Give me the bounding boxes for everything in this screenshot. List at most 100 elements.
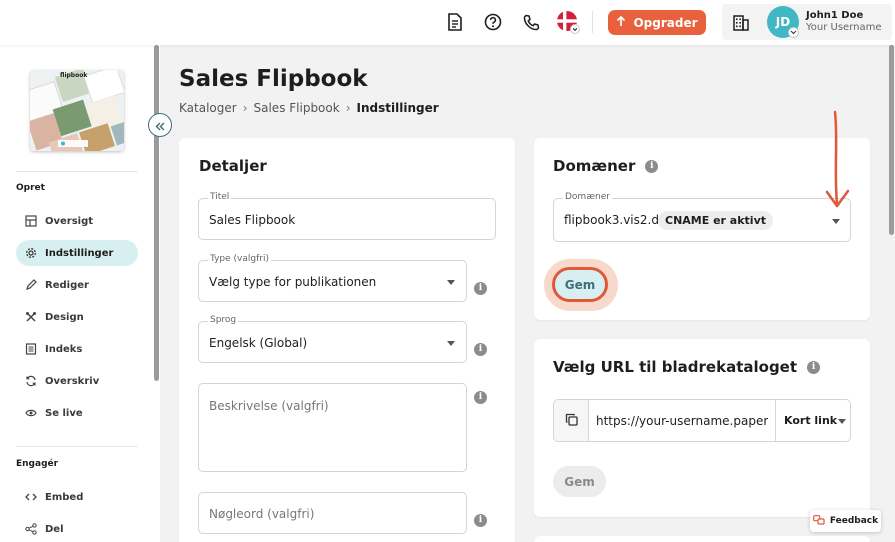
phone-icon[interactable] <box>520 11 542 33</box>
url-card-title: Vælg URL til bladrekataloget i <box>553 358 821 376</box>
upgrade-label: Opgrader <box>633 15 698 30</box>
language-select-label: Sprog <box>208 315 239 325</box>
company-building-icon[interactable] <box>730 11 752 33</box>
dropdown-caret-icon <box>447 280 455 285</box>
domain-select[interactable]: Domæner flipbook3.vis2.dk CNAME er aktiv… <box>553 192 851 242</box>
dropdown-caret-icon <box>832 219 840 224</box>
chevron-down-icon <box>788 27 799 38</box>
language-select[interactable]: Sprog Engelsk (Global) <box>198 315 467 363</box>
sidebar-item-label: Embed <box>45 491 84 503</box>
index-icon <box>25 343 37 355</box>
main-scrollbar[interactable] <box>889 45 894 235</box>
sidebar-item-label: Indeks <box>45 343 83 355</box>
danish-flag-icon[interactable] <box>556 11 580 34</box>
copy-icon <box>565 411 578 430</box>
sidebar-item-share[interactable]: Del <box>16 516 138 542</box>
domains-save-button[interactable]: Gem <box>552 267 608 302</box>
domain-select-label: Domæner <box>563 192 612 202</box>
next-card <box>534 536 870 542</box>
info-icon[interactable]: i <box>474 275 487 295</box>
sidebar-item-label: Rediger <box>45 279 89 291</box>
collapse-sidebar-button[interactable] <box>148 113 172 137</box>
title-field-value: Sales Flipbook <box>209 213 296 227</box>
sidebar-item-overview[interactable]: Oversigt <box>16 208 138 234</box>
keywords-input[interactable]: Nøgleord (valgfri) <box>198 492 467 534</box>
info-icon[interactable]: i <box>474 507 487 527</box>
chevron-right-icon: › <box>345 101 351 115</box>
domain-select-value: flipbook3.vis2.dk <box>564 213 666 227</box>
type-select[interactable]: Type (valgfri) Vælg type for publikation… <box>198 254 467 302</box>
feedback-label: Feedback <box>829 516 879 526</box>
sidebar-item-edit[interactable]: Rediger <box>16 272 138 298</box>
breadcrumb-link-catalogs[interactable]: Kataloger <box>179 101 237 115</box>
document-icon[interactable] <box>444 11 466 33</box>
svg-text:flipbook: flipbook <box>60 72 88 79</box>
description-textarea[interactable]: Beskrivelse (valgfri) <box>198 383 467 472</box>
user-name: John1 Doe <box>806 10 864 21</box>
sidebar-item-label: Oversigt <box>45 215 94 227</box>
info-icon[interactable]: i <box>645 159 659 173</box>
breadcrumb: Kataloger › Sales Flipbook › Indstilling… <box>179 101 439 115</box>
type-select-value: Vælg type for publikationen <box>209 275 377 289</box>
feedback-icon <box>812 514 825 528</box>
copy-button[interactable] <box>554 400 589 441</box>
domains-title-text: Domæner <box>553 157 636 175</box>
breadcrumb-current: Indstillinger <box>356 101 439 115</box>
double-chevron-left-icon <box>155 116 165 135</box>
details-title: Detaljer <box>199 157 267 175</box>
sidebar-item-label: Del <box>45 523 64 535</box>
share-icon <box>25 523 37 535</box>
refresh-icon <box>25 375 37 387</box>
sidebar-item-label: Se live <box>45 407 83 419</box>
link-type-value: Kort link <box>784 414 838 427</box>
keywords-placeholder: Nøgleord (valgfri) <box>209 507 315 521</box>
annotation-arrow-icon <box>825 110 850 208</box>
page-title: Sales Flipbook <box>179 66 368 92</box>
overview-icon <box>25 215 37 227</box>
sidebar-item-overwrite[interactable]: Overskriv <box>16 368 138 394</box>
sidebar-item-see-live[interactable]: Se live <box>16 400 138 426</box>
sidebar-divider <box>16 446 138 447</box>
sidebar-item-design[interactable]: Design <box>16 304 138 330</box>
details-card: Detaljer Titel Sales Flipbook Type (valg… <box>179 138 515 542</box>
sidebar-item-index[interactable]: Indeks <box>16 336 138 362</box>
link-type-select[interactable]: Kort link <box>775 400 851 441</box>
sidebar-item-settings[interactable]: Indstillinger <box>16 240 138 266</box>
user-username: Your Username <box>806 22 882 33</box>
sidebar-section-engage: Engagér <box>16 459 59 469</box>
language-select-value: Engelsk (Global) <box>209 336 308 350</box>
top-bar: Opgrader JD John1 Doe Your Username <box>0 0 895 45</box>
sidebar-section-create: Opret <box>16 183 45 193</box>
sidebar-item-label: Overskriv <box>45 375 100 387</box>
topbar-divider <box>592 11 593 33</box>
feedback-button[interactable]: Feedback <box>810 510 881 532</box>
url-input[interactable]: https://your-username.paperturn <box>596 414 768 428</box>
settings-gear-icon <box>25 247 37 259</box>
type-select-label: Type (valgfri) <box>208 254 271 264</box>
pencil-icon <box>25 279 37 291</box>
url-input-group: https://your-username.paperturn Kort lin… <box>553 399 851 442</box>
description-placeholder: Beskrivelse (valgfri) <box>209 399 329 413</box>
breadcrumb-link-flipbook[interactable]: Sales Flipbook <box>254 101 340 115</box>
url-save-button[interactable]: Gem <box>553 466 606 497</box>
design-tools-icon <box>25 311 37 323</box>
upgrade-button[interactable]: Opgrader <box>608 10 706 35</box>
dropdown-caret-icon <box>838 419 846 424</box>
dropdown-caret-icon <box>447 341 455 346</box>
code-icon <box>25 491 37 503</box>
sidebar-divider <box>16 171 138 172</box>
info-icon[interactable]: i <box>474 384 487 404</box>
title-field[interactable]: Titel Sales Flipbook <box>198 192 496 240</box>
flipbook-thumbnail[interactable]: flipbook <box>30 70 124 151</box>
chevron-right-icon: › <box>242 101 248 115</box>
sidebar-item-label: Design <box>45 311 84 323</box>
help-icon[interactable] <box>482 11 504 33</box>
sidebar-scrollbar[interactable] <box>154 45 159 381</box>
info-icon[interactable]: i <box>807 360 821 374</box>
eye-icon <box>25 407 37 419</box>
info-icon[interactable]: i <box>474 336 487 356</box>
cname-status-badge: CNAME er aktivt <box>658 211 773 230</box>
sidebar-item-label: Indstillinger <box>45 247 114 259</box>
sidebar-item-embed[interactable]: Embed <box>16 484 138 510</box>
arrow-up-icon <box>616 15 626 30</box>
